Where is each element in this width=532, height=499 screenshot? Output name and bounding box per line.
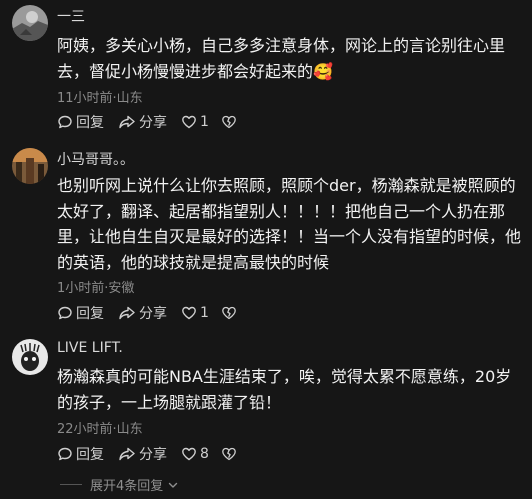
like-button[interactable]: 1 bbox=[181, 305, 209, 321]
reply-button[interactable]: 回复 bbox=[57, 303, 104, 323]
share-button[interactable]: 分享 bbox=[118, 444, 167, 464]
comment-bubble-icon bbox=[58, 115, 72, 129]
reply-button[interactable]: 回复 bbox=[57, 444, 104, 464]
share-button[interactable]: 分享 bbox=[118, 112, 167, 132]
dislike-button[interactable] bbox=[221, 114, 240, 130]
expand-replies-label: 展开4条回复 bbox=[90, 479, 164, 494]
comment-actions: 回复 分享 1 bbox=[57, 112, 240, 132]
share-label: 分享 bbox=[139, 447, 167, 463]
username[interactable]: 一三 bbox=[57, 6, 85, 26]
avatar[interactable] bbox=[12, 148, 48, 184]
comment-bubble-icon bbox=[58, 447, 72, 461]
comment-actions: 回复 分享 1 bbox=[57, 303, 240, 323]
like-count: 1 bbox=[200, 114, 209, 130]
comment-bubble-icon bbox=[58, 306, 72, 320]
avatar[interactable] bbox=[12, 339, 48, 375]
heart-icon bbox=[182, 306, 196, 320]
expand-replies-button[interactable]: 展开4条回复 bbox=[60, 475, 179, 494]
heart-icon bbox=[182, 447, 196, 461]
reply-label: 回复 bbox=[76, 115, 104, 131]
comment-body: 也别听网上说什么让你去照顾，照顾个der，杨瀚森就是被照顾的太好了，翻译、起居都… bbox=[57, 176, 522, 272]
comment-meta: 22小时前·山东 bbox=[57, 422, 143, 437]
like-button[interactable]: 1 bbox=[181, 114, 209, 130]
like-count: 8 bbox=[200, 446, 209, 462]
broken-heart-icon bbox=[222, 306, 236, 320]
comment-body: 阿姨，多关心小杨，自己多多注意身体，网论上的言论别往心里去，督促小杨慢慢进步都会… bbox=[57, 36, 506, 81]
reply-label: 回复 bbox=[76, 447, 104, 463]
dislike-button[interactable] bbox=[221, 305, 240, 321]
share-label: 分享 bbox=[139, 306, 167, 322]
comment-meta: 11小时前·山东 bbox=[57, 91, 143, 106]
share-label: 分享 bbox=[139, 115, 167, 131]
comment-actions: 回复 分享 8 bbox=[57, 444, 240, 464]
username[interactable]: 小马哥哥。。 bbox=[57, 149, 134, 169]
comment-text: 阿姨，多关心小杨，自己多多注意身体，网论上的言论别往心里去，督促小杨慢慢进步都会… bbox=[57, 33, 525, 84]
share-button[interactable]: 分享 bbox=[118, 303, 167, 323]
dislike-button[interactable] bbox=[221, 446, 240, 462]
reply-label: 回复 bbox=[76, 306, 104, 322]
username[interactable]: LIVE LIFT. bbox=[57, 340, 123, 356]
share-icon bbox=[119, 447, 135, 461]
comment-body: 杨瀚森真的可能NBA生涯结束了，唉，觉得太累不愿意练，20岁的孩子，一上场腿就跟… bbox=[57, 367, 512, 412]
avatar[interactable] bbox=[12, 5, 48, 41]
emoji: 🥰 bbox=[313, 61, 333, 81]
broken-heart-icon bbox=[222, 447, 236, 461]
share-icon bbox=[119, 306, 135, 320]
like-button[interactable]: 8 bbox=[181, 446, 209, 462]
like-count: 1 bbox=[200, 305, 209, 321]
comment-meta: 1小时前·安徽 bbox=[57, 281, 135, 296]
divider bbox=[60, 484, 82, 485]
chevron-down-icon bbox=[169, 482, 178, 488]
share-icon bbox=[119, 115, 135, 129]
broken-heart-icon bbox=[222, 115, 236, 129]
reply-button[interactable]: 回复 bbox=[57, 112, 104, 132]
heart-icon bbox=[182, 115, 196, 129]
